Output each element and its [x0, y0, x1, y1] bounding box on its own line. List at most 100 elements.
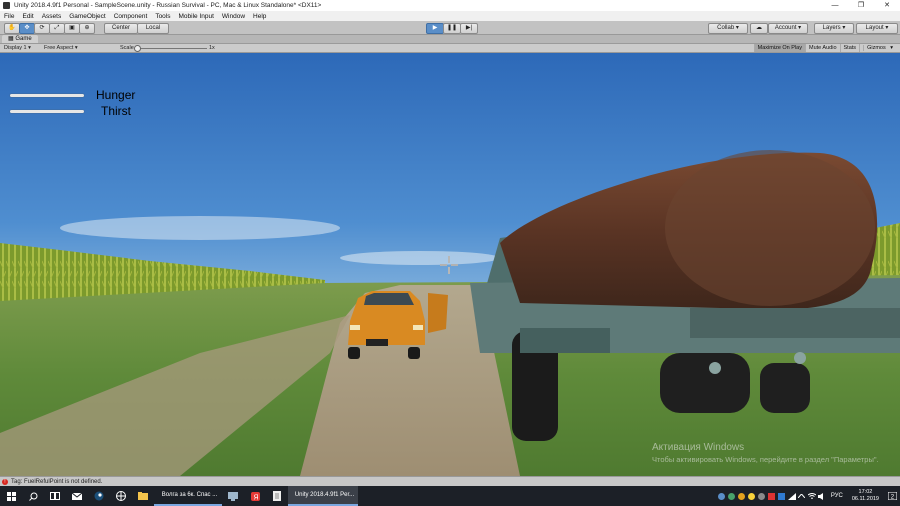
tab-game[interactable]: ▦ Game [2, 35, 38, 43]
wifi-icon[interactable] [807, 486, 817, 506]
pivot-center-button[interactable]: Center [104, 23, 138, 34]
thirst-meter [10, 110, 84, 113]
account-dropdown[interactable]: Account ▾ [768, 23, 808, 34]
tray-app-icon[interactable] [727, 486, 737, 506]
maximize-button[interactable]: ❐ [848, 0, 874, 11]
unity-logo-icon [3, 2, 10, 9]
scale-label: Scale [120, 45, 134, 51]
layers-label: Layers [822, 25, 841, 31]
main-toolbar: ✋ ✥ ⟳ ⤢ ▣ ⊕ Center Local ▶ ❚❚ ▶| Collab … [0, 21, 900, 35]
taskbar-app-browser[interactable]: Волга за 6к. Спас ... [154, 486, 222, 506]
tab-game-label: Game [15, 36, 32, 42]
gizmos-dropdown[interactable]: Gizmos ▾ [859, 44, 896, 52]
scale-slider-track[interactable] [137, 48, 207, 49]
taskbar-app-unity[interactable]: Unity 2018.4.9f1 Per... [288, 486, 358, 506]
game-tab-bar: ▦ Game [0, 35, 900, 44]
unity-hub-icon[interactable] [110, 486, 132, 506]
clock[interactable]: 17:02 06.11.2019 [847, 489, 884, 503]
chevron-up-icon[interactable] [797, 486, 807, 506]
search-icon[interactable] [22, 486, 44, 506]
notification-count: 2 [890, 495, 894, 500]
hunger-meter [10, 94, 84, 97]
menu-file[interactable]: File [4, 13, 14, 20]
notification-icon: 2 [887, 492, 897, 500]
start-button[interactable] [0, 486, 22, 506]
game-viewport[interactable]: Hunger Thirst Активация Windows Чтобы ак… [0, 53, 900, 476]
tray-app-icon[interactable] [717, 486, 727, 506]
document-icon[interactable] [266, 486, 288, 506]
menu-edit[interactable]: Edit [22, 13, 33, 20]
window-title: Unity 2018.4.9f1 Personal - SampleScene.… [14, 2, 322, 9]
rotate-tool-icon[interactable]: ⟳ [34, 23, 50, 34]
tray-app-icon[interactable] [757, 486, 767, 506]
scale-tool-icon[interactable]: ⤢ [49, 23, 65, 34]
transform-tools: ✋ ✥ ⟳ ⤢ ▣ ⊕ [4, 23, 95, 34]
system-tray: РУС 17:02 06.11.2019 2 [717, 486, 900, 506]
notifications-button[interactable]: 2 [884, 486, 900, 506]
account-label: Account [774, 25, 797, 31]
maximize-on-play-toggle[interactable]: Maximize On Play [753, 44, 805, 52]
mute-audio-toggle[interactable]: Mute Audio [804, 44, 840, 52]
stats-toggle[interactable]: Stats [839, 44, 860, 52]
menu-bar: File Edit Assets GameObject Component To… [0, 11, 900, 21]
display-label: Display 1 [4, 45, 27, 51]
file-explorer-icon[interactable] [132, 486, 154, 506]
windows-taskbar: Волга за 6к. Спас ... Я Unity 2018.4.9f1… [0, 486, 900, 506]
monitor-icon[interactable] [222, 486, 244, 506]
crosshair-icon [440, 256, 458, 274]
layout-dropdown[interactable]: Layout ▾ [856, 23, 898, 34]
svg-text:Я: Я [253, 494, 258, 501]
transform-tool-icon[interactable]: ⊕ [79, 23, 95, 34]
menu-help[interactable]: Help [253, 13, 266, 20]
account-group: Account ▾ [768, 23, 808, 34]
language-indicator[interactable]: РУС [827, 493, 847, 499]
aspect-dropdown[interactable]: Free Aspect ▾ [44, 44, 78, 52]
layers-dropdown[interactable]: Layers ▾ [814, 23, 854, 34]
play-controls: ▶ ❚❚ ▶| [426, 23, 478, 34]
menu-gameobject[interactable]: GameObject [69, 13, 106, 20]
menu-window[interactable]: Window [222, 13, 245, 20]
volume-icon[interactable] [817, 486, 827, 506]
thirst-label: Thirst [101, 104, 131, 118]
tray-app-icon[interactable] [747, 486, 757, 506]
menu-component[interactable]: Component [114, 13, 148, 20]
game-view-icon: ▦ [8, 36, 14, 42]
pivot-toggles: Center Local [104, 23, 169, 34]
menu-assets[interactable]: Assets [42, 13, 62, 20]
play-button-icon[interactable]: ▶ [426, 23, 444, 34]
tray-app-icon[interactable] [737, 486, 747, 506]
browser-label: Волга за 6к. Спас ... [161, 492, 218, 498]
game-view-controls: Display 1 ▾ Free Aspect ▾ Scale 1x Maxim… [0, 44, 900, 53]
rect-tool-icon[interactable]: ▣ [64, 23, 80, 34]
yandex-browser-icon[interactable]: Я [244, 486, 266, 506]
pause-button-icon[interactable]: ❚❚ [443, 23, 461, 34]
hand-tool-icon[interactable]: ✋ [4, 23, 20, 34]
layout-group: Layout ▾ [856, 23, 898, 34]
cloud-icon[interactable]: ☁ [750, 23, 768, 34]
cloud-group: ☁ [750, 23, 768, 34]
steam-icon[interactable] [88, 486, 110, 506]
minimize-button[interactable]: — [822, 0, 848, 11]
collab-group: Collab ▾ [708, 23, 748, 34]
cloud-shape [60, 216, 340, 240]
clock-time: 17:02 [858, 489, 873, 495]
hunger-bar [10, 94, 84, 97]
tray-app-icon[interactable] [767, 486, 777, 506]
clock-date: 06.11.2019 [851, 496, 879, 502]
task-view-icon[interactable] [44, 486, 66, 506]
mail-icon[interactable] [66, 486, 88, 506]
collab-button[interactable]: Collab ▾ [708, 23, 748, 34]
display-dropdown[interactable]: Display 1 ▾ [4, 44, 31, 52]
pivot-local-button[interactable]: Local [137, 23, 169, 34]
unity-label: Unity 2018.4.9f1 Per... [294, 492, 355, 498]
watermark-subtitle: Чтобы активировать Windows, перейдите в … [652, 455, 879, 464]
close-button[interactable]: ✕ [874, 0, 900, 11]
step-button-icon[interactable]: ▶| [460, 23, 478, 34]
cloud-shape [340, 251, 500, 265]
scale-slider-handle[interactable] [134, 45, 141, 52]
network-icon[interactable] [787, 486, 797, 506]
menu-mobile-input[interactable]: Mobile Input [179, 13, 214, 20]
menu-tools[interactable]: Tools [155, 13, 170, 20]
move-tool-icon[interactable]: ✥ [19, 23, 35, 34]
tray-app-icon[interactable] [777, 486, 787, 506]
